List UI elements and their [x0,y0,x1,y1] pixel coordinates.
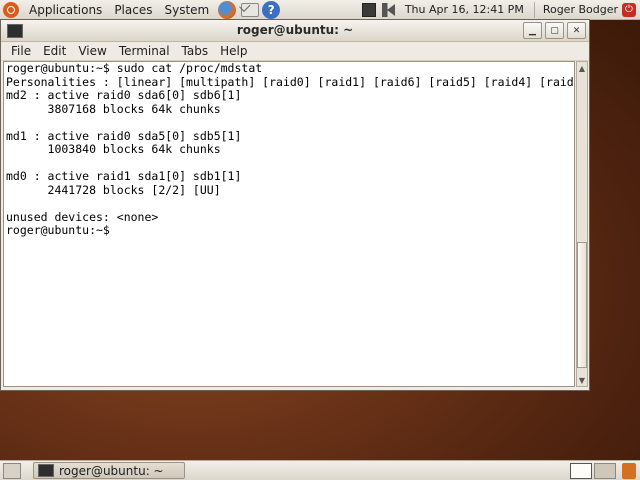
menu-places[interactable]: Places [108,0,158,20]
terminal-line: md2 : active raid0 sda6[0] sdb6[1] [6,88,242,102]
workspace-1[interactable] [570,462,592,479]
trash-icon[interactable] [622,462,636,479]
taskbar-terminal-button[interactable]: roger@ubuntu: ~ [33,462,185,479]
terminal-line: 3807168 blocks 64k chunks [6,101,221,116]
terminal-line: unused devices: <none> [6,209,159,224]
bottom-panel: roger@ubuntu: ~ [0,460,640,480]
ubuntu-logo-icon[interactable] [3,1,19,18]
clock[interactable]: Thu Apr 16, 12:41 PM [399,3,530,16]
menu-file[interactable]: File [5,44,37,58]
window-title: roger@ubuntu: ~ [236,23,354,37]
scrollbar-thumb[interactable] [577,242,587,368]
menu-edit[interactable]: Edit [37,44,72,58]
firefox-icon[interactable] [218,0,237,19]
terminal-line: md0 : active raid1 sda1[0] sdb1[1] [6,169,242,183]
maximize-button[interactable]: ▢ [545,22,564,39]
network-icon[interactable] [361,2,376,17]
mail-icon[interactable] [241,2,260,17]
terminal-line: md1 : active raid0 sda5[0] sdb5[1] [6,128,242,143]
menu-system[interactable]: System [158,0,215,20]
terminal-line: roger@ubuntu:~$ sudo cat /proc/mdstat [6,61,263,75]
menu-bar: File Edit View Terminal Tabs Help [1,42,589,61]
menu-applications[interactable]: Applications [23,0,108,20]
menu-tabs[interactable]: Tabs [176,44,215,58]
minimize-button[interactable]: ▁ [523,22,542,39]
terminal-line: 2441728 blocks [2/2] [UU] [6,182,221,197]
terminal-icon[interactable] [7,23,23,38]
user-name[interactable]: Roger Bodger [539,3,622,16]
volume-icon[interactable] [381,2,396,17]
terminal-text: roger@ubuntu:~$ sudo cat /proc/mdstat Per… [4,62,574,238]
power-icon[interactable]: ⏻ [622,2,636,17]
close-button[interactable]: ✕ [567,22,586,39]
scroll-down-icon[interactable]: ▼ [577,374,587,386]
panel-separator [533,1,535,18]
terminal-line: Personalities : [linear] [multipath] [ra… [6,74,575,89]
help-icon[interactable]: ? [262,0,281,19]
menu-terminal[interactable]: Terminal [113,44,176,58]
scroll-up-icon[interactable]: ▲ [577,62,587,74]
terminal-line: roger@ubuntu:~$ [6,223,110,237]
menu-help[interactable]: Help [214,44,253,58]
workspace-2[interactable] [594,462,616,479]
menu-view[interactable]: View [72,44,112,58]
scrollbar[interactable]: ▲ ▼ [576,61,588,387]
taskbar-label: roger@ubuntu: ~ [59,463,164,478]
terminal-line: 1003840 blocks 64k chunks [6,142,221,156]
top-panel: Applications Places System ? Thu Apr 16,… [0,0,640,20]
terminal-output[interactable]: roger@ubuntu:~$ sudo cat /proc/mdstat Per… [3,61,575,387]
title-bar[interactable]: roger@ubuntu: ~ ▁ ▢ ✕ [1,20,589,42]
terminal-icon [38,464,54,477]
terminal-window: roger@ubuntu: ~ ▁ ▢ ✕ File Edit View Ter… [0,19,590,391]
show-desktop-icon[interactable] [3,462,21,479]
